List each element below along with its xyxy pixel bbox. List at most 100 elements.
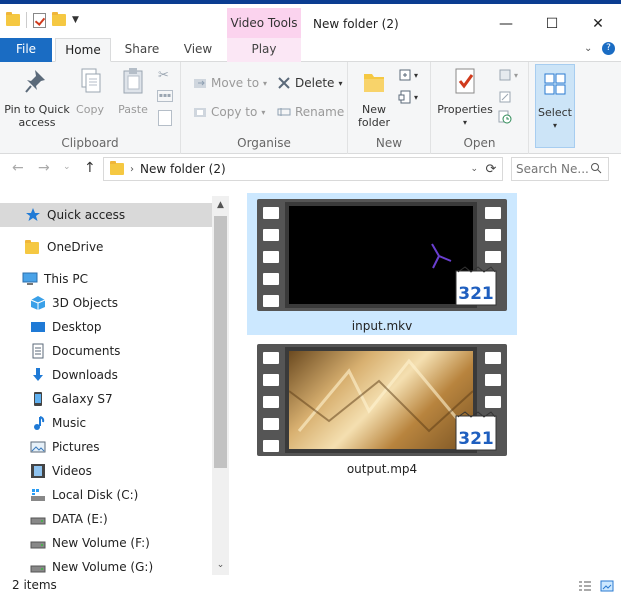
nav-item-galaxy-s7[interactable]: Galaxy S7: [0, 387, 212, 411]
open-icon: [499, 69, 511, 81]
select-grid-icon: [544, 73, 566, 95]
nav-label: Galaxy S7: [52, 392, 113, 406]
nav-item-this-pc[interactable]: This PC: [0, 267, 212, 291]
address-field[interactable]: › New folder (2) ⌄ ⟳: [103, 157, 503, 181]
nav-item-documents[interactable]: Documents: [0, 339, 212, 363]
file-item-output-mp4[interactable]: 321 output.mp4: [247, 338, 517, 480]
properties-icon[interactable]: [33, 12, 46, 28]
nav-label: Documents: [52, 344, 121, 358]
nav-label: Quick access: [47, 208, 126, 222]
open-button[interactable]: ▾: [498, 68, 518, 82]
customize-toolbar-icon[interactable]: ▼: [72, 15, 79, 25]
clipboard-group-label: Clipboard: [61, 136, 119, 150]
nav-item-3d-objects[interactable]: 3D Objects: [0, 291, 212, 315]
new-item-button[interactable]: ▾: [398, 68, 418, 82]
drive-icon: [30, 517, 46, 525]
tab-home[interactable]: Home: [55, 38, 111, 62]
rename-button[interactable]: Rename: [277, 105, 344, 119]
quick-access-toolbar: ▼: [6, 12, 79, 28]
documents-icon: [32, 343, 44, 359]
tab-play[interactable]: Play: [227, 38, 301, 62]
select-button[interactable]: Select ▾: [535, 64, 575, 148]
new-item-icon: [399, 69, 411, 81]
chevron-down-icon: ▾: [514, 70, 519, 80]
pin-label-line1: Pin to Quick: [4, 103, 70, 116]
large-icons-view-icon[interactable]: [600, 579, 614, 593]
easy-access-button[interactable]: ▾: [398, 90, 418, 104]
close-button[interactable]: ✕: [575, 8, 621, 40]
paste-button[interactable]: Paste: [114, 66, 152, 116]
copy-to-label: Copy to: [211, 105, 258, 119]
nav-label: New Volume (G:): [52, 560, 154, 574]
video-frame-image: [288, 358, 474, 433]
navigation-pane: Quick access OneDrive This PC 3D Objects…: [0, 196, 230, 575]
edit-button[interactable]: [498, 90, 512, 107]
copy-label: Copy: [76, 103, 104, 116]
nav-item-desktop[interactable]: Desktop: [0, 315, 212, 339]
scroll-up-icon[interactable]: ▲: [212, 196, 229, 213]
clipboard-group: Pin to Quick access Copy Paste ✂ ▪▪▪ Cli…: [0, 62, 181, 154]
cut-icon[interactable]: ✂: [158, 68, 169, 83]
minimize-button[interactable]: —: [483, 8, 529, 40]
forward-arrow-icon[interactable]: →: [38, 160, 50, 176]
nav-item-onedrive[interactable]: OneDrive: [0, 235, 212, 259]
scroll-down-icon[interactable]: ⌄: [212, 556, 229, 573]
help-icon[interactable]: ?: [602, 42, 615, 55]
badge-label: 321: [458, 284, 494, 304]
file-item-input-mkv[interactable]: 321 input.mkv: [247, 193, 517, 335]
back-arrow-icon[interactable]: ←: [12, 160, 24, 176]
pin-to-quick-access-button[interactable]: Pin to Quick access: [4, 66, 70, 129]
paste-shortcut-icon[interactable]: [158, 110, 172, 126]
recent-locations-icon[interactable]: ⌄: [63, 162, 71, 172]
up-arrow-icon[interactable]: ↑: [84, 160, 96, 176]
nav-label: Downloads: [52, 368, 118, 382]
scroll-thumb[interactable]: [214, 216, 227, 468]
copy-to-button[interactable]: Copy to ▾: [193, 105, 265, 119]
download-arrow-icon: [33, 368, 43, 381]
video-thumbnail: 321: [257, 344, 507, 456]
details-view-icon[interactable]: [578, 579, 592, 593]
history-icon: [498, 110, 512, 124]
refresh-icon[interactable]: ⟳: [480, 158, 502, 180]
tab-view[interactable]: View: [172, 38, 224, 62]
search-icon[interactable]: [590, 162, 602, 174]
navigation-scrollbar[interactable]: ▲ ⌄: [212, 196, 229, 575]
breadcrumb-current[interactable]: New folder (2): [140, 162, 226, 176]
folder-icon[interactable]: [6, 12, 20, 26]
chevron-down-icon[interactable]: ⌄: [470, 164, 478, 174]
file-list: 321 input.mkv 321 output.mp4: [232, 186, 621, 575]
history-button[interactable]: [498, 110, 512, 127]
delete-button[interactable]: Delete ▾: [277, 76, 342, 90]
computer-icon: [22, 272, 38, 285]
nav-item-local-disk-c[interactable]: Local Disk (C:): [0, 483, 212, 507]
paste-icon: [123, 68, 143, 94]
select-label: Select: [538, 106, 572, 119]
file-name: output.mp4: [346, 462, 418, 476]
nav-item-downloads[interactable]: Downloads: [0, 363, 212, 387]
nav-item-new-volume-g[interactable]: New Volume (G:): [0, 555, 212, 575]
new-folder-label-line1: New: [362, 103, 386, 116]
nav-item-videos[interactable]: Videos: [0, 459, 212, 483]
new-folder-button[interactable]: New folder: [352, 66, 396, 129]
edit-icon: [499, 91, 511, 103]
nav-item-data-e[interactable]: DATA (E:): [0, 507, 212, 531]
move-to-button[interactable]: Move to ▾: [193, 76, 267, 90]
tab-file[interactable]: File: [0, 38, 52, 62]
nav-item-new-volume-f[interactable]: New Volume (F:): [0, 531, 212, 555]
video-thumbnail: 321: [257, 199, 507, 311]
copy-button[interactable]: Copy: [72, 66, 108, 116]
nav-item-music[interactable]: Music: [0, 411, 212, 435]
rename-label: Rename: [295, 105, 345, 119]
open-group-label: Open: [463, 136, 496, 150]
chevron-down-icon[interactable]: ⌄: [584, 43, 592, 54]
properties-button[interactable]: Properties ▾: [435, 66, 495, 129]
copy-path-icon[interactable]: ▪▪▪: [157, 90, 173, 102]
rename-icon: [277, 108, 291, 116]
chevron-down-icon: ▾: [462, 118, 467, 127]
nav-item-quick-access[interactable]: Quick access: [0, 203, 212, 227]
move-to-label: Move to: [211, 76, 260, 90]
nav-item-pictures[interactable]: Pictures: [0, 435, 212, 459]
tab-share[interactable]: Share: [116, 38, 168, 62]
maximize-button[interactable]: ☐: [529, 8, 575, 40]
new-folder-icon[interactable]: [52, 12, 66, 26]
